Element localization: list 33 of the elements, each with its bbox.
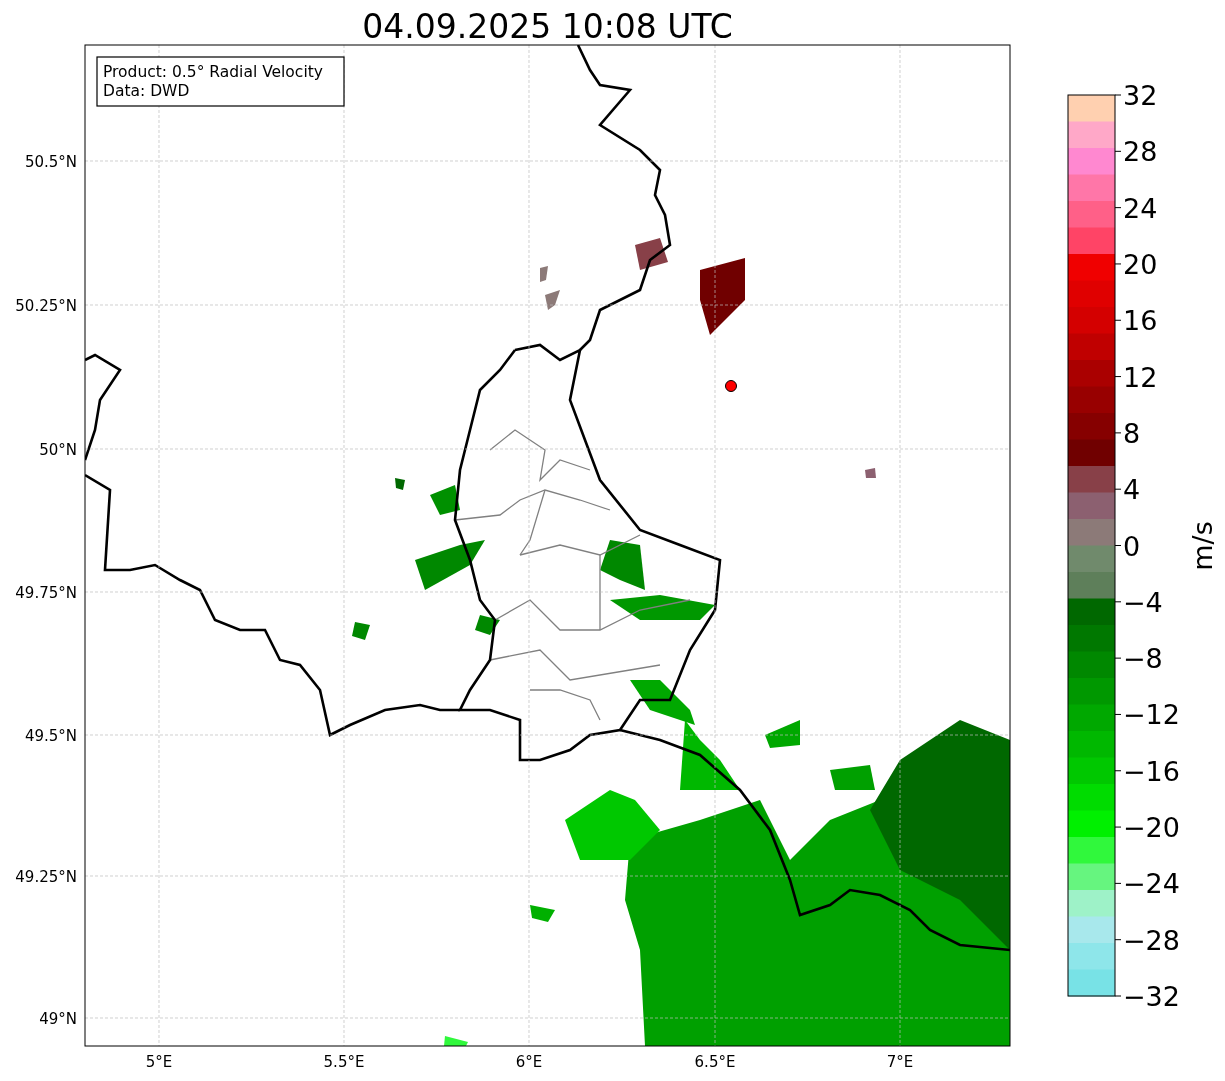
colorbar-label: −12	[1123, 699, 1180, 731]
colorbar-label: 28	[1123, 136, 1158, 168]
info-text: Product: 0.5° Radial Velocity	[103, 63, 323, 81]
colorbar-label: 8	[1123, 417, 1141, 449]
longitude-label: 6.5°E	[694, 1053, 736, 1071]
colorbar-label: −4	[1123, 586, 1163, 618]
colorbar-label: 4	[1123, 474, 1141, 506]
latitude-label: 49.5°N	[24, 727, 77, 745]
latitude-label: 49°N	[39, 1010, 77, 1028]
longitude-label: 5.5°E	[323, 1053, 365, 1071]
latitude-label: 50.25°N	[15, 297, 77, 315]
info-text: Data: DWD	[103, 82, 190, 100]
colorbar-label: −32	[1123, 981, 1180, 1012]
colorbar-label: −16	[1123, 755, 1180, 787]
latitude-label: 49.25°N	[15, 868, 77, 886]
colorbar-label: −8	[1123, 643, 1163, 675]
colorbar-label: 0	[1123, 530, 1141, 562]
latitude-label: 49.75°N	[15, 584, 77, 602]
colorbar-label: −28	[1123, 924, 1180, 956]
colorbar-label: 24	[1123, 192, 1158, 224]
chart-title: 04.09.2025 10:08 UTC	[362, 7, 733, 46]
colorbar-label: 32	[1123, 80, 1158, 111]
colorbar-label: 12	[1123, 361, 1158, 393]
colorbar-label: 16	[1123, 305, 1158, 337]
longitude-label: 6°E	[515, 1053, 543, 1071]
longitude-label: 5°E	[145, 1053, 173, 1071]
colorbar-label: −20	[1123, 812, 1180, 844]
colorbar-label: −24	[1123, 868, 1180, 900]
colorbar-unit: m/s	[1187, 521, 1218, 571]
latitude-label: 50.5°N	[24, 153, 77, 171]
latitude-label: 50°N	[39, 441, 77, 459]
colorbar-label: 20	[1123, 248, 1158, 280]
longitude-label: 7°E	[886, 1053, 914, 1071]
